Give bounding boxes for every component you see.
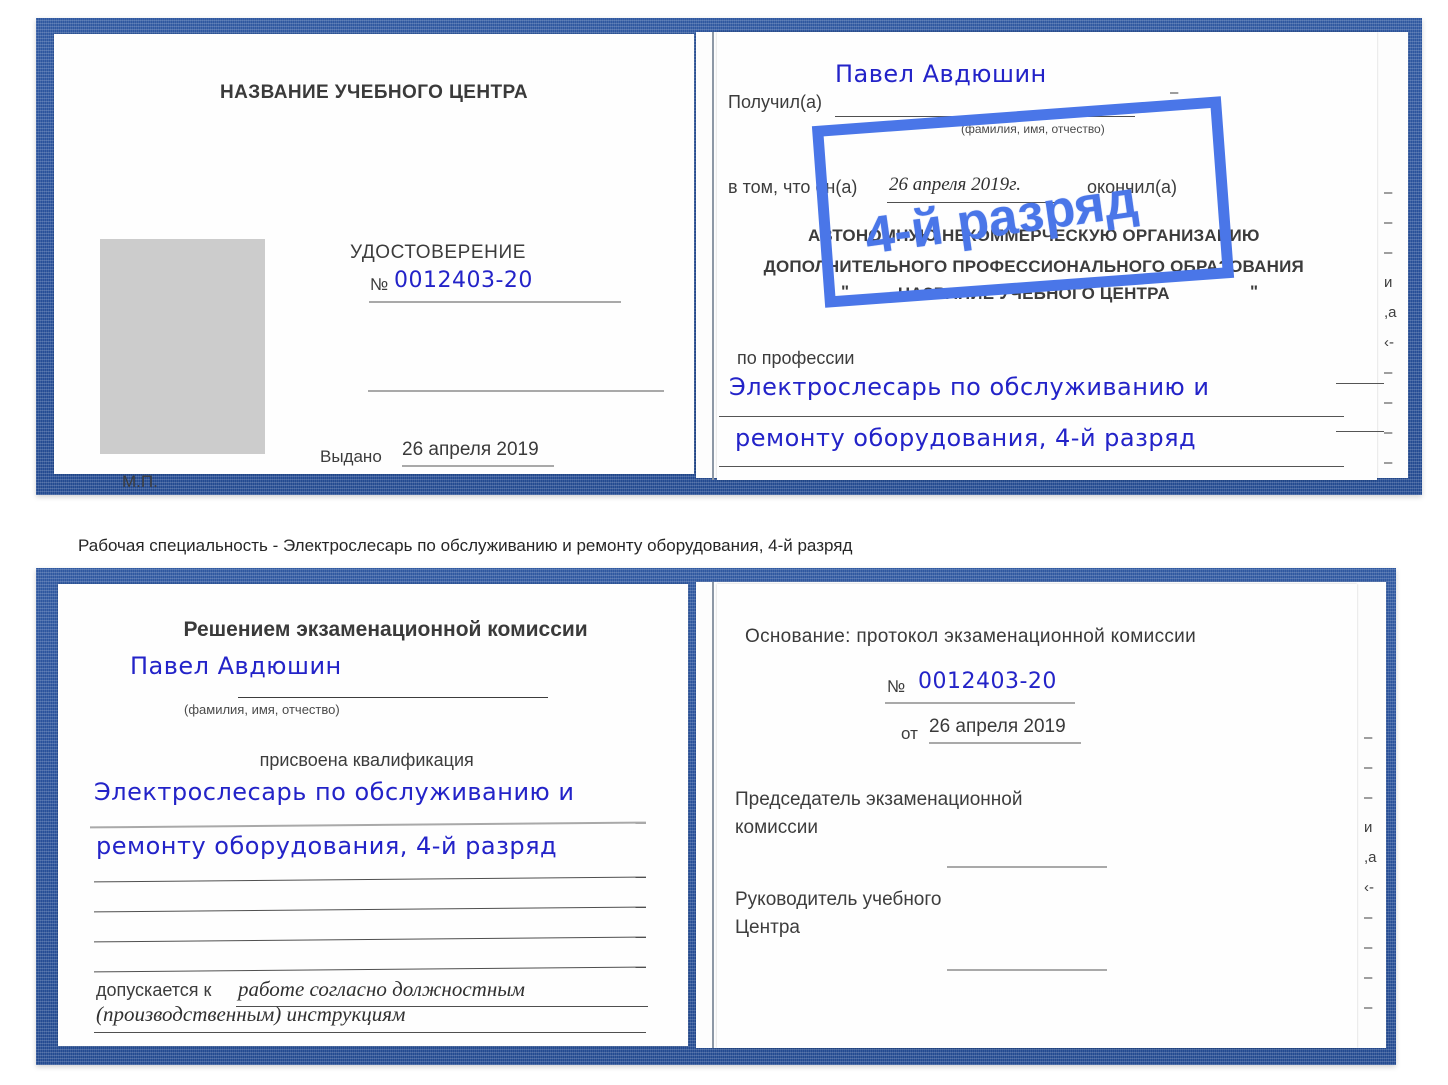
issued-value: 26 апреля 2019 [402,439,539,460]
photo-placeholder [100,239,265,454]
qualification-line1: Электрослесарь по обслуживанию и [94,778,575,806]
qual-rule-2 [94,876,646,883]
head-signature-rule [947,969,1107,971]
certificate-bottom-book: Решением экзаменационной комиссии Павел … [36,568,1396,1065]
protocol-number-value: 0012403-20 [918,669,1057,694]
chairman-signature-rule [947,866,1107,868]
bottom-book-spine [712,582,714,1048]
admitted-rule-2 [94,1032,646,1033]
qual-rule-5 [94,966,646,973]
top-edge-rule-1 [1336,383,1384,384]
top-edge-marks: – – – и ,а ‹- – – – – [1384,184,1397,471]
top-left-doc-type: УДОСТОВЕРЕНИЕ [350,242,527,263]
admitted-label: допускается к [96,980,212,1000]
protocol-date-label: от [901,724,918,743]
profession-label: по профессии [737,348,855,368]
issued-label: Выдано [320,447,382,466]
certificate-number-label: № [370,275,389,294]
fio-hint-bottom: (фамилия, имя, отчество) [184,702,340,717]
profession-line2: ремонту оборудования, 4-й разряд [735,424,1197,452]
profession-rule1 [719,416,1344,417]
top-edge-rule-2 [1336,431,1384,432]
bottom-name-value: Павел Авдюшин [130,652,342,680]
top-left-heading: НАЗВАНИЕ УЧЕБНОГО ЦЕНТРА [220,82,528,103]
top-left-page: НАЗВАНИЕ УЧЕБНОГО ЦЕНТРА М.П. УДОСТОВЕРЕ… [54,34,694,491]
bottom-left-heading: Решением экзаменационной комиссии [183,618,588,641]
top-left-blank-rule [368,390,664,392]
bottom-left-page: Решением экзаменационной комиссии Павел … [58,584,688,1046]
certificate-number-value: 0012403-20 [394,268,533,293]
protocol-date-rule [929,742,1081,744]
certificate-number-rule [369,301,621,303]
admitted-line1: работе согласно должностным [238,977,525,1001]
bottom-name-rule [238,697,548,698]
received-label: Получил(а) [728,92,822,112]
received-value: Павел Авдюшин [835,60,1047,88]
qualification-line2: ремонту оборудования, 4-й разряд [96,832,558,860]
top-book-spine [712,32,714,480]
seal-label: М.П. [122,472,158,491]
bottom-edge-marks: – – – и ,а ‹- – – – – [1364,729,1377,1016]
protocol-number-rule [885,702,1075,704]
certificate-top-book: НАЗВАНИЕ УЧЕБНОГО ЦЕНТРА М.П. УДОСТОВЕРЕ… [36,18,1422,495]
chairman-line1: Председатель экзаменационной [735,789,1023,810]
admitted-line2: (производственным) инструкциям [96,1002,406,1026]
profession-line1: Электрослесарь по обслуживанию и [729,373,1210,401]
qual-rule-1 [90,821,646,829]
protocol-date-value: 26 апреля 2019 [929,716,1066,737]
head-line1: Руководитель учебного [735,889,942,910]
caption-text: Рабочая специальность - Электрослесарь п… [78,536,853,555]
basis-label: Основание: протокол экзаменационной коми… [745,626,1197,647]
issued-rule [402,465,554,467]
head-line2: Центра [735,917,800,938]
chairman-line2: комиссии [735,817,818,838]
bottom-right-page: Основание: протокол экзаменационной коми… [717,584,1357,1048]
qual-rule-4 [94,936,646,943]
org-quote-close: " [1250,282,1259,301]
qualification-label: присвоена квалификация [259,750,474,770]
profession-rule2 [719,466,1344,467]
protocol-number-label: № [887,677,906,696]
qual-rule-3 [94,906,646,913]
